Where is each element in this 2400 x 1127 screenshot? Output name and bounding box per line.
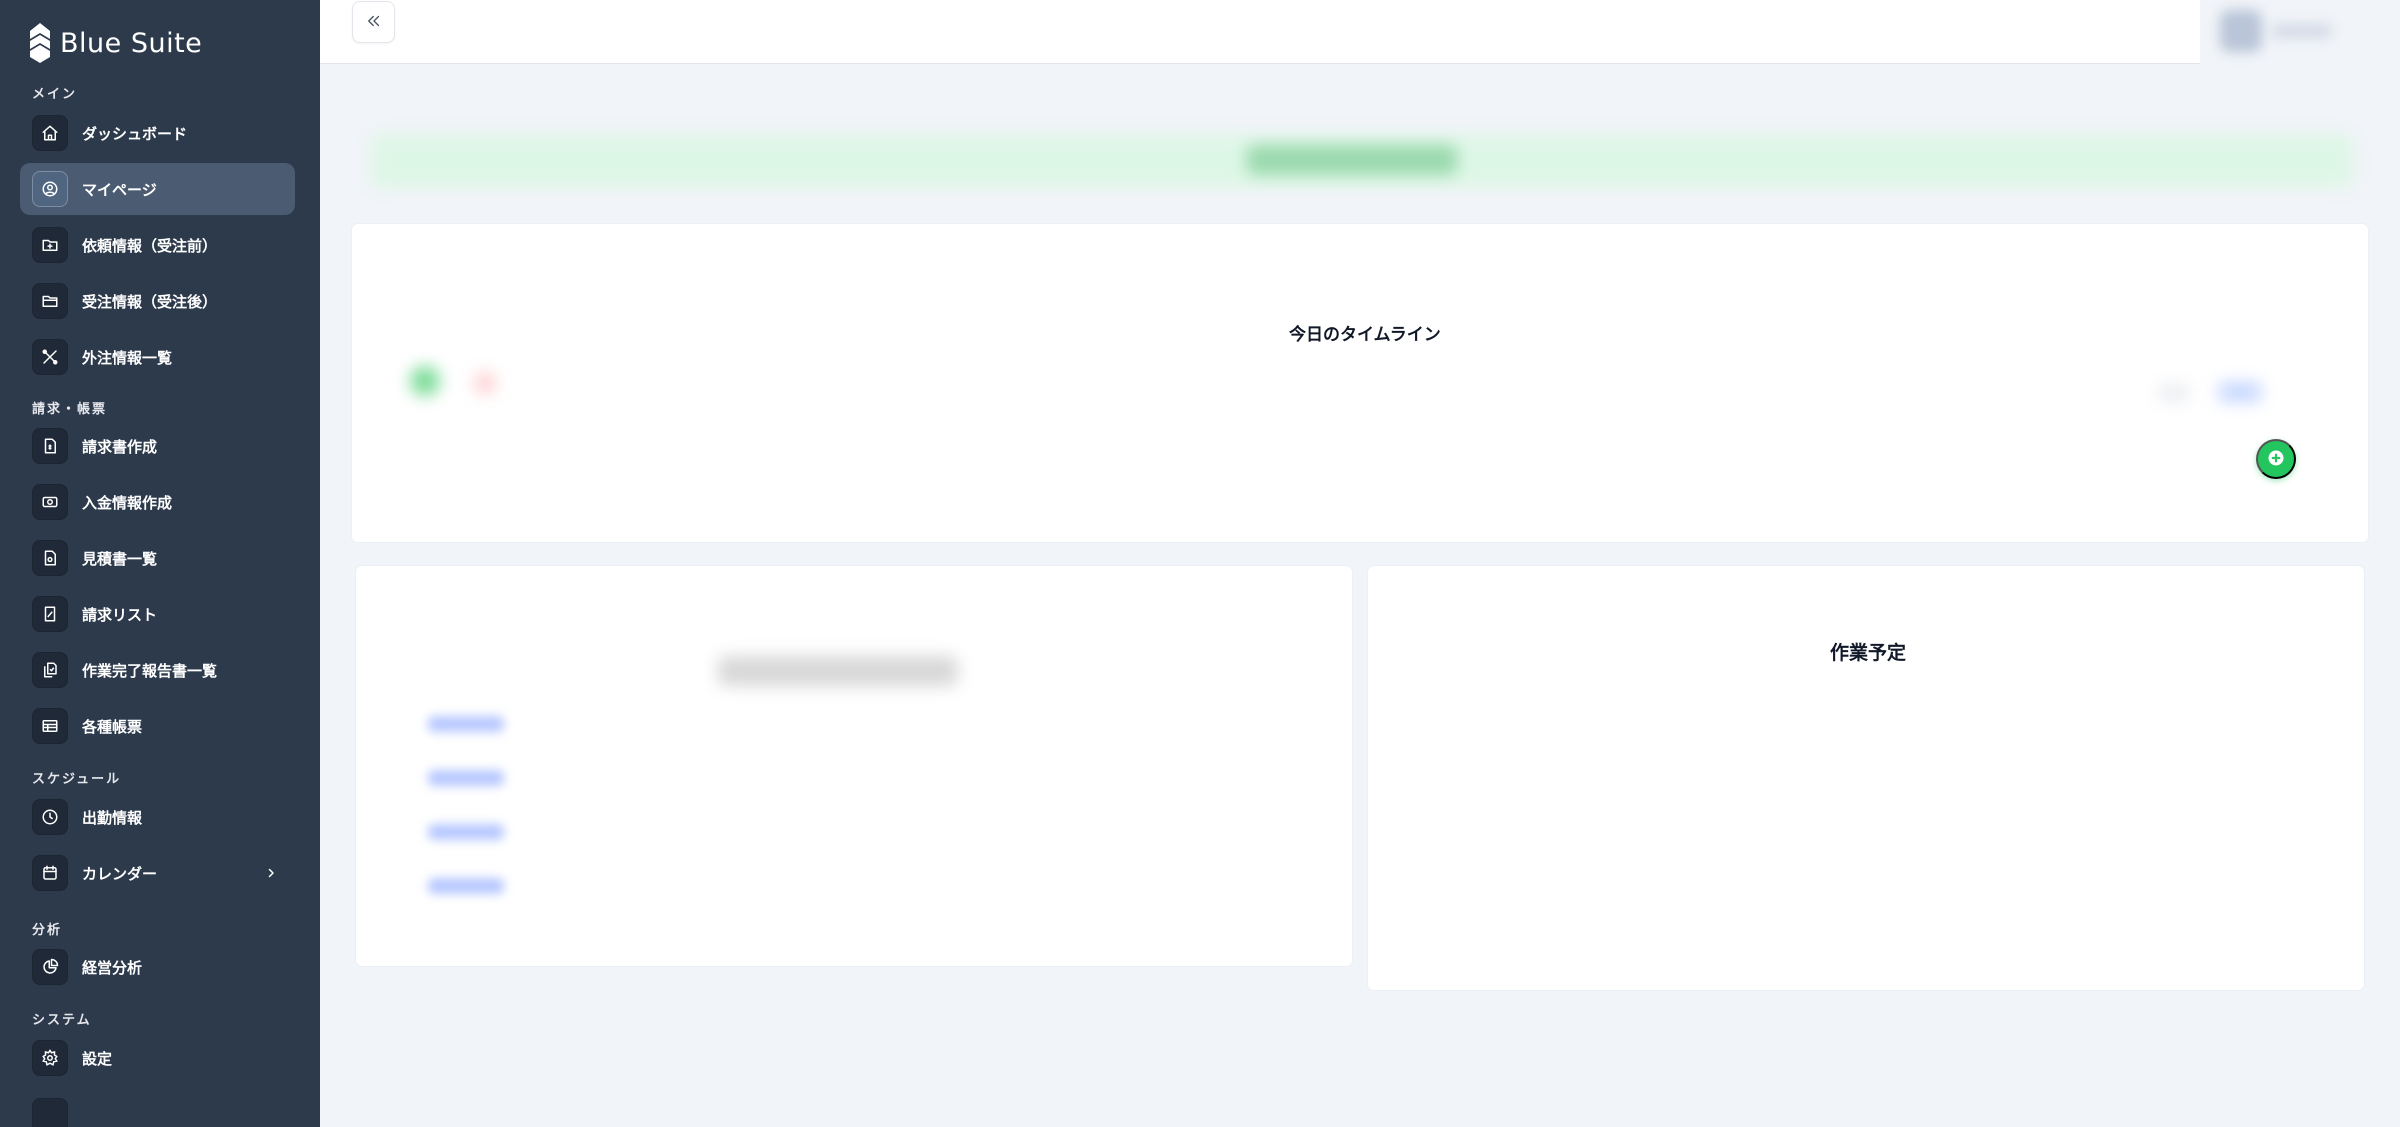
link-placeholder[interactable] bbox=[428, 770, 504, 786]
card-title-placeholder bbox=[718, 656, 958, 686]
user-circle-icon bbox=[32, 171, 68, 207]
sidebar: Blue Suite メイン ダッシュボード マイページ 依頼情報（受注前） 受… bbox=[0, 0, 320, 1127]
sidebar-item-label: 出勤情報 bbox=[82, 808, 143, 827]
avatar bbox=[2220, 10, 2262, 52]
sidebar-item-completion-reports[interactable]: 作業完了報告書一覧 bbox=[20, 644, 295, 696]
sidebar-item-dashboard[interactable]: ダッシュボード bbox=[20, 107, 295, 159]
sidebar-item-label: ダッシュボード bbox=[82, 124, 188, 143]
sidebar-item-mypage[interactable]: マイページ bbox=[20, 163, 295, 215]
blue-suite-logo-icon bbox=[30, 23, 50, 63]
clock-icon bbox=[32, 799, 68, 835]
folder-plus-icon bbox=[32, 227, 68, 263]
timeline-status-placeholder bbox=[474, 372, 496, 394]
sidebar-item-estimates[interactable]: 見積書一覧 bbox=[20, 532, 295, 584]
files-icon bbox=[32, 652, 68, 688]
sidebar-item-label: 外注情報一覧 bbox=[82, 348, 173, 367]
plus-circle-icon bbox=[2266, 448, 2286, 471]
sidebar-item-orders-after[interactable]: 受注情報（受注後） bbox=[20, 275, 295, 327]
work-schedule-card: 作業予定 bbox=[1368, 566, 2364, 990]
section-label-main: メイン bbox=[32, 87, 78, 102]
topbar bbox=[320, 0, 2200, 64]
link-placeholder[interactable] bbox=[428, 716, 504, 732]
menu-icon bbox=[32, 1098, 68, 1127]
table-icon bbox=[32, 708, 68, 744]
info-card bbox=[356, 566, 1352, 966]
sidebar-item-label: 請求書作成 bbox=[82, 437, 158, 456]
sidebar-item-settings[interactable]: 設定 bbox=[20, 1032, 295, 1084]
sidebar-item-label: 各種帳票 bbox=[82, 717, 143, 736]
list-document-icon bbox=[32, 596, 68, 632]
calendar-icon bbox=[32, 855, 68, 891]
sidebar-item-billing-list[interactable]: 請求リスト bbox=[20, 588, 295, 640]
user-profile-menu[interactable] bbox=[2220, 8, 2340, 54]
sidebar-item-attendance[interactable]: 出勤情報 bbox=[20, 791, 295, 843]
timeline-title: 今日のタイムライン bbox=[1289, 325, 1441, 345]
sidebar-item-label: 受注情報（受注後） bbox=[82, 292, 218, 311]
link-placeholder[interactable] bbox=[428, 878, 504, 894]
add-timeline-button[interactable] bbox=[2256, 439, 2296, 479]
sidebar-item-payment-create[interactable]: 入金情報作成 bbox=[20, 476, 295, 528]
sidebar-item-outsourcing[interactable]: 外注情報一覧 bbox=[20, 331, 295, 383]
tools-icon bbox=[32, 339, 68, 375]
schedule-title: 作業予定 bbox=[1830, 642, 1907, 664]
sidebar-item-label: 入金情報作成 bbox=[82, 493, 173, 512]
sidebar-item-calendar[interactable]: カレンダー bbox=[20, 847, 295, 899]
folder-icon bbox=[32, 283, 68, 319]
sidebar-item-forms[interactable]: 各種帳票 bbox=[20, 700, 295, 752]
sidebar-item-label: 請求リスト bbox=[82, 605, 158, 624]
brand-name: Blue Suite bbox=[60, 27, 203, 59]
sidebar-item-label: 依頼情報（受注前） bbox=[82, 236, 218, 255]
document-icon bbox=[32, 540, 68, 576]
sidebar-item-label: 見積書一覧 bbox=[82, 549, 158, 568]
invoice-icon bbox=[32, 428, 68, 464]
notification-banner bbox=[372, 135, 2352, 187]
sidebar-item-management-analysis[interactable]: 経営分析 bbox=[20, 941, 295, 993]
collapse-sidebar-button[interactable] bbox=[352, 1, 395, 43]
sidebar-item-invoice-create[interactable]: 請求書作成 bbox=[20, 420, 295, 472]
timeline-status-placeholder bbox=[410, 366, 440, 396]
sidebar-item-requests-before[interactable]: 依頼情報（受注前） bbox=[20, 219, 295, 271]
user-name-placeholder bbox=[2272, 24, 2332, 38]
chevron-right-icon[interactable] bbox=[261, 863, 281, 883]
sidebar-item-label: 作業完了報告書一覧 bbox=[82, 661, 218, 680]
section-label-analysis: 分析 bbox=[32, 923, 63, 938]
timeline-card: 今日のタイムライン bbox=[352, 224, 2368, 542]
cash-icon bbox=[32, 484, 68, 520]
timeline-control-placeholder[interactable] bbox=[2158, 384, 2190, 402]
brand[interactable]: Blue Suite bbox=[30, 22, 202, 64]
banner-text-placeholder bbox=[1247, 145, 1457, 175]
sidebar-item-label: カレンダー bbox=[82, 864, 158, 883]
timeline-control-placeholder[interactable] bbox=[2218, 382, 2262, 402]
section-label-system: システム bbox=[32, 1013, 92, 1028]
chevrons-left-icon bbox=[365, 12, 383, 33]
pie-chart-icon bbox=[32, 949, 68, 985]
gear-icon bbox=[32, 1040, 68, 1076]
sidebar-item-label: 経営分析 bbox=[82, 958, 143, 977]
section-label-billing: 請求・帳票 bbox=[32, 402, 108, 417]
link-placeholder[interactable] bbox=[428, 824, 504, 840]
sidebar-item-label: マイページ bbox=[82, 180, 157, 199]
sidebar-item-partial[interactable] bbox=[20, 1090, 295, 1127]
section-label-schedule: スケジュール bbox=[32, 772, 122, 787]
home-icon bbox=[32, 115, 68, 151]
sidebar-item-label: 設定 bbox=[82, 1049, 113, 1068]
